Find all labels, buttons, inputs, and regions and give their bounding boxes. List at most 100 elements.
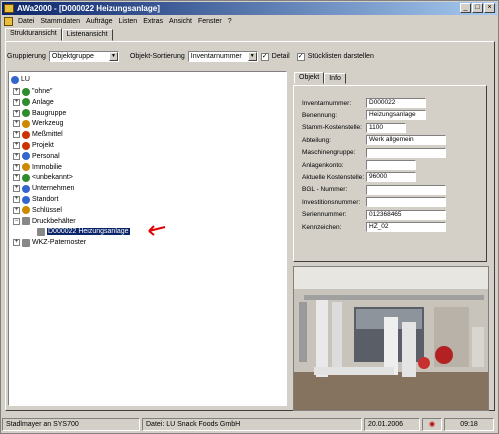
grouping-label: Gruppierung: [7, 53, 46, 60]
title-bar[interactable]: AWa2000 - [D000022 Heizungsanlage] _ □ ×: [2, 2, 497, 15]
menu-auftraege[interactable]: Aufträge: [83, 18, 115, 25]
field-label: BGL - Nummer:: [302, 186, 348, 194]
tab-strukturansicht[interactable]: Strukturansicht: [5, 28, 62, 41]
field-label: Kennzeichen:: [302, 223, 342, 231]
sort-value: Inventarnummer: [190, 53, 242, 60]
sort-select[interactable]: Inventarnummer ▼: [187, 51, 258, 62]
tree-node[interactable]: + WKZ-Paternoster: [13, 238, 86, 247]
tree-node[interactable]: + Unternehmen: [13, 184, 74, 193]
tab-objekt[interactable]: Objekt: [294, 72, 325, 84]
tree-node[interactable]: + <unbekannt>: [13, 173, 73, 182]
tree-node[interactable]: − Druckbehälter: [13, 217, 76, 226]
expand-icon[interactable]: +: [13, 206, 20, 214]
tree-node[interactable]: + Werkzeug: [13, 119, 63, 128]
tree-node-label: Meßmittel: [32, 131, 63, 139]
tree-node[interactable]: + "ohne": [13, 87, 53, 96]
tab-listenansicht[interactable]: Listenansicht: [61, 29, 113, 41]
menu-datei[interactable]: Datei: [15, 18, 37, 25]
tree-node[interactable]: + Meßmittel: [13, 130, 63, 139]
globe-icon: [11, 75, 19, 84]
expand-icon[interactable]: +: [13, 131, 20, 139]
menu-help[interactable]: ?: [225, 18, 235, 25]
tree-node[interactable]: + Baugruppe: [13, 109, 66, 118]
field-value[interactable]: [366, 147, 446, 158]
tree-node[interactable]: + Immobilie: [13, 163, 62, 172]
chevron-down-icon[interactable]: ▼: [247, 52, 257, 61]
tree-node-label: Werkzeug: [32, 120, 64, 128]
field-value[interactable]: Heizungsanlage: [366, 110, 426, 121]
chevron-down-icon[interactable]: ▼: [108, 52, 118, 61]
tree-node-label: Projekt: [32, 142, 54, 149]
expand-icon[interactable]: +: [13, 196, 20, 203]
field-row: Maschinengruppe:: [302, 147, 446, 158]
bom-checkbox[interactable]: ✓: [296, 52, 305, 61]
red-arrow-icon: [148, 225, 166, 237]
expand-icon[interactable]: −: [13, 217, 20, 225]
node-icon: [22, 184, 30, 193]
field-label: Seriennummer:: [302, 211, 347, 219]
field-row: Seriennummer: 012368465: [302, 209, 446, 220]
field-row: Inventarnummer: D000022: [302, 98, 426, 108]
menu-stammdaten[interactable]: Stammdaten: [37, 18, 83, 25]
expand-icon[interactable]: +: [13, 109, 20, 117]
field-value[interactable]: [366, 160, 416, 170]
field-value[interactable]: Werk allgemein: [366, 135, 446, 146]
tree-node-label: Unternehmen: [32, 185, 75, 193]
close-button[interactable]: ×: [484, 3, 495, 13]
tree-node[interactable]: + Projekt: [13, 141, 54, 150]
tree-node-label: Anlage: [32, 98, 54, 106]
node-icon: [22, 195, 30, 204]
bom-label: Stücklisten darstellen: [307, 53, 374, 60]
node-icon: [22, 87, 30, 96]
expand-icon[interactable]: +: [13, 174, 20, 182]
field-value[interactable]: [366, 197, 446, 208]
tree-node[interactable]: + Schlüssel: [13, 206, 62, 215]
menu-ansicht[interactable]: Ansicht: [166, 18, 195, 25]
object-fields-panel: Inventarnummer: D000022 Benennung: Heizungs…: [293, 85, 487, 262]
object-photo: [293, 266, 489, 411]
node-icon: [22, 206, 30, 215]
expand-icon[interactable]: +: [13, 152, 20, 160]
status-user: Stadlmayer an SYS700: [2, 418, 140, 431]
expand-icon[interactable]: +: [13, 142, 20, 149]
tab-info[interactable]: Info: [324, 73, 346, 84]
expand-icon[interactable]: +: [13, 120, 20, 128]
tree-node[interactable]: + Anlage: [13, 98, 54, 107]
menu-fenster[interactable]: Fenster: [195, 18, 225, 25]
field-row: Aktuelle Kostenstelle: 96000: [302, 172, 416, 183]
field-value[interactable]: 012368465: [366, 209, 446, 220]
structure-tree[interactable]: LU + "ohne" + Anlage + Baugruppe + Werkzeug + Meß…: [8, 71, 287, 406]
field-label: Anlagenkonto:: [302, 161, 344, 169]
grouping-select[interactable]: Objektgruppe ▼: [48, 51, 119, 62]
tree-root-label: LU: [21, 76, 30, 83]
node-icon: [22, 119, 30, 128]
tree-node-label: "ohne": [32, 88, 53, 95]
expand-icon[interactable]: +: [13, 185, 20, 193]
menu-listen[interactable]: Listen: [116, 18, 141, 25]
field-row: Investitionsnummer:: [302, 197, 446, 208]
minimize-button[interactable]: _: [460, 3, 471, 13]
field-label: Benennung:: [302, 111, 338, 119]
field-value[interactable]: HZ_02: [366, 222, 446, 232]
detail-checkbox[interactable]: ✓: [260, 52, 269, 61]
menu-extras[interactable]: Extras: [140, 18, 166, 25]
document-icon[interactable]: [4, 17, 13, 26]
tree-node[interactable]: + Standort: [13, 195, 58, 204]
node-icon: [22, 173, 30, 182]
field-row: Stamm-Kostenstelle: 1100: [302, 122, 406, 133]
menu-bar: Datei Stammdaten Aufträge Listen Extras …: [2, 16, 497, 27]
field-value[interactable]: 1100: [366, 122, 406, 133]
grouping-value: Objektgruppe: [51, 53, 94, 60]
maximize-button[interactable]: □: [472, 3, 483, 13]
tree-node[interactable]: + Personal: [13, 152, 60, 161]
field-value[interactable]: [366, 184, 446, 195]
expand-icon[interactable]: +: [13, 98, 20, 106]
splitter[interactable]: [288, 71, 291, 406]
expand-icon[interactable]: +: [13, 88, 20, 95]
tree-root[interactable]: LU: [11, 75, 30, 84]
expand-icon[interactable]: +: [13, 163, 20, 171]
tree-node[interactable]: D000022 Heizungsanlage: [37, 227, 130, 236]
field-value[interactable]: 96000: [366, 172, 416, 183]
expand-icon[interactable]: +: [13, 239, 20, 247]
field-value[interactable]: D000022: [366, 98, 426, 108]
